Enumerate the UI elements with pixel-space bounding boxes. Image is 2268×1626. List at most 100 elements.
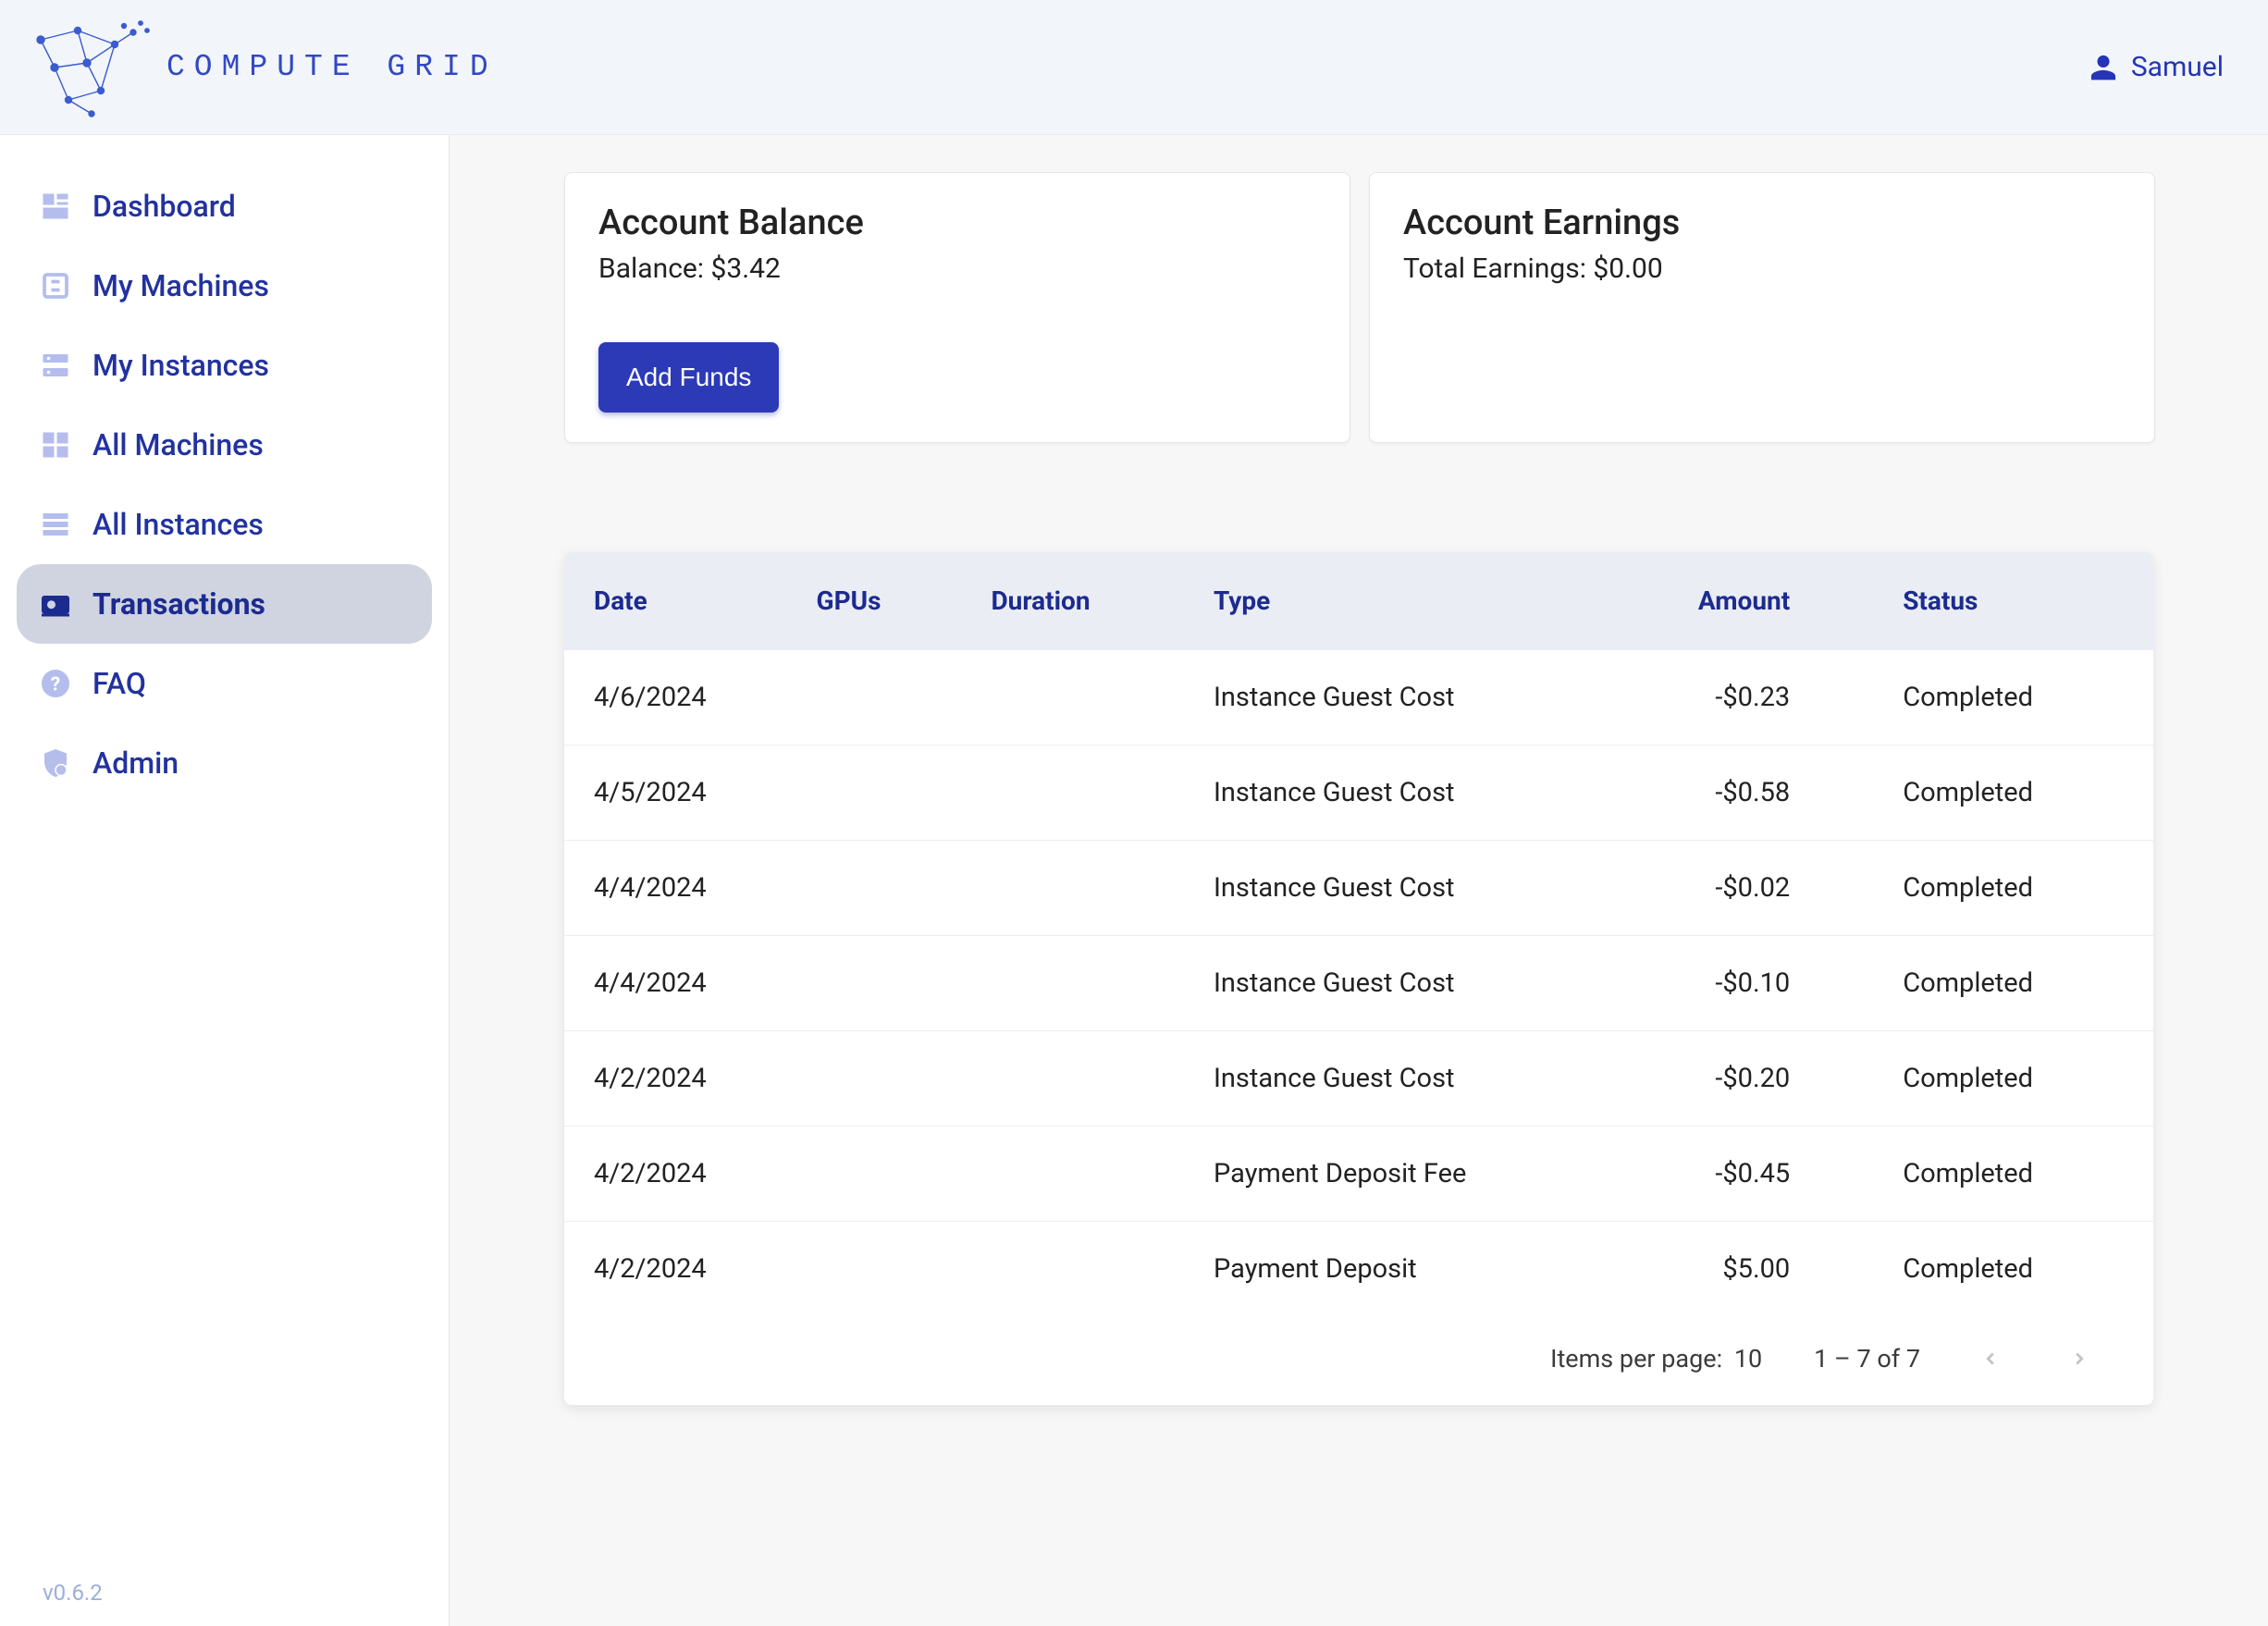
sidebar-item-label: My Instances	[92, 348, 269, 383]
col-duration[interactable]: Duration	[961, 552, 1184, 650]
table-cell	[961, 745, 1184, 841]
brain-network-icon	[22, 12, 152, 123]
table-cell	[787, 1222, 962, 1317]
sidebar-item-transactions[interactable]: Transactions	[17, 564, 432, 644]
balance-card: Account Balance Balance: $3.42 Add Funds	[564, 172, 1350, 443]
shield-icon	[39, 746, 72, 780]
sidebar-item-faq[interactable]: ? FAQ	[17, 644, 432, 723]
sidebar-item-label: Dashboard	[92, 189, 236, 224]
table-header-row: Date GPUs Duration Type Amount Status	[564, 552, 2153, 650]
table-cell: -$0.45	[1597, 1127, 1820, 1222]
grid-icon	[39, 428, 72, 462]
table-cell: 4/5/2024	[564, 745, 787, 841]
table-cell	[787, 841, 962, 936]
svg-text:?: ?	[51, 674, 60, 696]
sidebar-item-my-instances[interactable]: My Instances	[17, 326, 432, 405]
chip-icon	[39, 269, 72, 302]
table-cell: -$0.23	[1597, 650, 1820, 745]
table-cell: 4/6/2024	[564, 650, 787, 745]
earnings-title: Account Earnings	[1403, 203, 2121, 243]
table-cell	[787, 936, 962, 1031]
table-cell	[961, 1222, 1184, 1317]
table-cell	[787, 650, 962, 745]
server-icon	[39, 349, 72, 382]
chevron-left-icon	[1980, 1349, 2001, 1369]
table-row[interactable]: 4/6/2024 Instance Guest Cost-$0.23Complet…	[564, 650, 2153, 745]
chevron-right-icon	[2069, 1349, 2089, 1369]
table-row[interactable]: 4/4/2024 Instance Guest Cost-$0.02Complet…	[564, 841, 2153, 936]
table-cell: Instance Guest Cost	[1184, 936, 1597, 1031]
table-cell: Instance Guest Cost	[1184, 841, 1597, 936]
sidebar-item-all-instances[interactable]: All Instances	[17, 485, 432, 564]
table-cell	[961, 841, 1184, 936]
sidebar-item-label: FAQ	[92, 666, 146, 701]
earnings-card: Account Earnings Total Earnings: $0.00	[1369, 172, 2155, 443]
table-row[interactable]: 4/2/2024 Payment Deposit$5.00Completed	[564, 1222, 2153, 1317]
table-row[interactable]: 4/2/2024Instance Guest Cost-$0.20Complet…	[564, 1031, 2153, 1127]
table-cell	[961, 1031, 1184, 1127]
table-cell: Completed	[1819, 1127, 2153, 1222]
table-cell: 4/2/2024	[564, 1222, 787, 1317]
table-cell: Completed	[1819, 745, 2153, 841]
user-menu[interactable]: Samuel	[2089, 51, 2224, 83]
table-cell: Payment Deposit	[1184, 1222, 1597, 1317]
sidebar-item-label: All Instances	[92, 507, 264, 542]
page-range: 1 – 7 of 7	[1814, 1344, 1920, 1373]
sidebar-item-admin[interactable]: Admin	[17, 723, 432, 803]
brand-text: COMPUTE GRID	[166, 50, 498, 84]
col-date[interactable]: Date	[564, 552, 787, 650]
table-cell: 4/4/2024	[564, 841, 787, 936]
table-cell: 4/4/2024	[564, 936, 787, 1031]
transactions-table: Date GPUs Duration Type Amount Status 4/…	[564, 552, 2153, 1405]
table-cell	[961, 936, 1184, 1031]
table-cell	[787, 745, 962, 841]
next-page-button[interactable]	[2061, 1340, 2098, 1377]
col-status[interactable]: Status	[1819, 552, 2153, 650]
brand-block[interactable]: COMPUTE GRID	[22, 12, 498, 123]
col-type[interactable]: Type	[1184, 552, 1597, 650]
list-icon	[39, 508, 72, 541]
table-cell: $5.00	[1597, 1222, 1820, 1317]
table-cell: Completed	[1819, 1222, 2153, 1317]
table-cell: -$0.10	[1597, 936, 1820, 1031]
person-icon	[2089, 53, 2118, 82]
main-content: Account Balance Balance: $3.42 Add Funds…	[450, 135, 2268, 1626]
balance-value: Balance: $3.42	[598, 253, 1316, 285]
table-cell: Instance Guest Cost	[1184, 1031, 1597, 1127]
sidebar-item-dashboard[interactable]: Dashboard	[17, 166, 432, 246]
col-amount[interactable]: Amount	[1597, 552, 1820, 650]
sidebar: Dashboard My Machines My Instances All M…	[0, 135, 450, 1626]
table-cell: 4/2/2024	[564, 1031, 787, 1127]
table-row[interactable]: 4/2/2024Payment Deposit Fee-$0.45Complet…	[564, 1127, 2153, 1222]
prev-page-button[interactable]	[1972, 1340, 2009, 1377]
table-cell: Instance Guest Cost	[1184, 745, 1597, 841]
sidebar-item-label: My Machines	[92, 268, 269, 303]
paginator: Items per page: 10 1 – 7 of 7	[564, 1316, 2153, 1405]
payment-icon	[39, 587, 72, 621]
balance-title: Account Balance	[598, 203, 1316, 243]
table-cell: Instance Guest Cost	[1184, 650, 1597, 745]
user-name: Samuel	[2131, 51, 2224, 83]
table-cell: -$0.58	[1597, 745, 1820, 841]
items-per-page[interactable]: Items per page: 10	[1550, 1344, 1762, 1373]
table-cell: 4/2/2024	[564, 1127, 787, 1222]
table-cell: Completed	[1819, 1031, 2153, 1127]
sidebar-item-label: Transactions	[92, 586, 265, 622]
table-cell: Completed	[1819, 841, 2153, 936]
app-header: COMPUTE GRID Samuel	[0, 0, 2268, 135]
table-row[interactable]: 4/5/2024 Instance Guest Cost-$0.58Complet…	[564, 745, 2153, 841]
sidebar-item-label: Admin	[92, 745, 179, 781]
table-cell	[961, 1127, 1184, 1222]
table-cell	[961, 650, 1184, 745]
col-gpus[interactable]: GPUs	[787, 552, 962, 650]
table-cell	[787, 1127, 962, 1222]
add-funds-button[interactable]: Add Funds	[598, 342, 779, 413]
table-cell: -$0.02	[1597, 841, 1820, 936]
table-row[interactable]: 4/4/2024Instance Guest Cost-$0.10Complet…	[564, 936, 2153, 1031]
table-cell: Completed	[1819, 650, 2153, 745]
version-label: v0.6.2	[43, 1580, 103, 1606]
sidebar-item-my-machines[interactable]: My Machines	[17, 246, 432, 326]
sidebar-item-all-machines[interactable]: All Machines	[17, 405, 432, 485]
dashboard-icon	[39, 190, 72, 223]
help-icon: ?	[39, 667, 72, 700]
